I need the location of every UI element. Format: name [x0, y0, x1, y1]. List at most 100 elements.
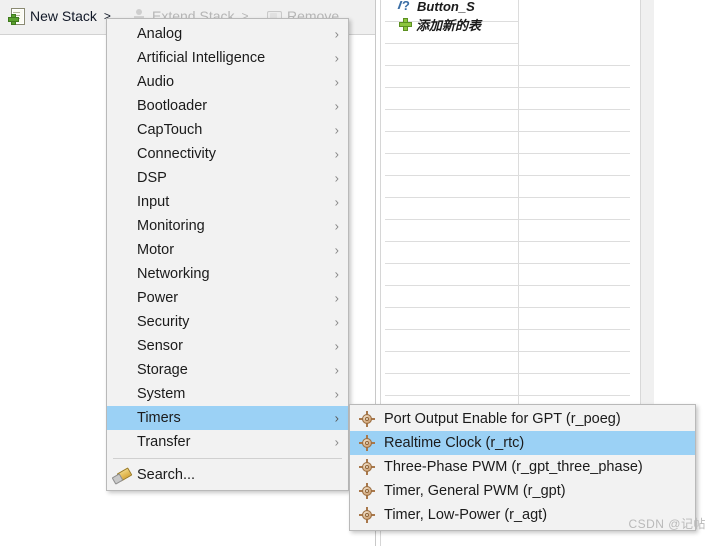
submenu-item-realtime-clock[interactable]: Realtime Clock (r_rtc) — [350, 431, 695, 455]
plus-icon — [399, 17, 412, 31]
menu-item-label: Artificial Intelligence — [137, 50, 266, 66]
table-row[interactable] — [385, 352, 630, 374]
menu-item-label: Networking — [137, 266, 210, 282]
submenu-item-label: Three-Phase PWM (r_gpt_three_phase) — [384, 459, 643, 475]
menu-item-power[interactable]: Power › — [107, 286, 348, 310]
menu-item-connectivity[interactable]: Connectivity › — [107, 142, 348, 166]
menu-item-search[interactable]: Search... — [107, 463, 348, 487]
chevron-right-icon: › — [334, 338, 339, 354]
menu-item-timers[interactable]: Timers › — [107, 406, 348, 430]
chevron-right-icon: › — [334, 410, 339, 426]
grid-vertical-scrollbar[interactable] — [641, 0, 654, 420]
module-icon — [359, 483, 375, 499]
grid-column-separator-top — [518, 0, 519, 44]
table-row[interactable] — [385, 44, 630, 66]
table-row[interactable] — [385, 264, 630, 286]
menu-item-system[interactable]: System › — [107, 382, 348, 406]
menu-item-label: Analog — [137, 26, 183, 42]
menu-item-label: Bootloader — [137, 98, 208, 114]
menu-item-label: Motor — [137, 242, 175, 258]
submenu-item-timer-low-power[interactable]: Timer, Low-Power (r_agt) — [350, 503, 695, 527]
chevron-right-icon: › — [334, 122, 339, 138]
chevron-right-icon: › — [334, 218, 339, 234]
table-row[interactable] — [385, 88, 630, 110]
question-mark-icon: ? — [397, 0, 413, 13]
table-row[interactable] — [385, 286, 630, 308]
menu-item-label: Timers — [137, 410, 181, 426]
new-stack-icon — [8, 7, 25, 25]
menu-item-label: Power — [137, 290, 179, 306]
table-row[interactable] — [385, 176, 630, 198]
table-row[interactable] — [385, 198, 630, 220]
table-row[interactable] — [385, 374, 630, 396]
menu-item-label: Security — [137, 314, 190, 330]
menu-item-label: CapTouch — [137, 122, 203, 138]
submenu-item-label: Realtime Clock (r_rtc) — [384, 435, 525, 451]
menu-item-label: DSP — [137, 170, 167, 186]
chevron-right-icon: › — [334, 242, 339, 258]
menu-item-label: Monitoring — [137, 218, 205, 234]
menu-separator — [113, 458, 342, 459]
menu-item-artificial-intelligence[interactable]: Artificial Intelligence › — [107, 46, 348, 70]
menu-item-label: Audio — [137, 74, 175, 90]
table-row[interactable] — [385, 242, 630, 264]
table-row[interactable] — [385, 330, 630, 352]
chevron-right-icon: › — [334, 26, 339, 42]
chevron-right-icon: › — [334, 50, 339, 66]
chevron-right-icon: › — [334, 362, 339, 378]
menu-item-input[interactable]: Input › — [107, 190, 348, 214]
chevron-right-icon: › — [334, 170, 339, 186]
table-row[interactable] — [385, 220, 630, 242]
menu-item-captouch[interactable]: CapTouch › — [107, 118, 348, 142]
table-row[interactable] — [385, 308, 630, 330]
chevron-right-icon: › — [334, 314, 339, 330]
menu-item-label: Connectivity — [137, 146, 216, 162]
chevron-right-icon: › — [334, 266, 339, 282]
chevron-right-icon: › — [334, 434, 339, 450]
app-root: New Stack > Extend Stack > Remove ? Butt… — [0, 0, 716, 546]
submenu-item-timer-general-pwm[interactable]: Timer, General PWM (r_gpt) — [350, 479, 695, 503]
chevron-right-icon: › — [334, 194, 339, 210]
menu-item-monitoring[interactable]: Monitoring › — [107, 214, 348, 238]
grid-entry-button-s-label: Button_S — [417, 0, 475, 14]
module-icon — [359, 507, 375, 523]
menu-item-label: Input — [137, 194, 170, 210]
chevron-right-icon: › — [334, 146, 339, 162]
menu-item-motor[interactable]: Motor › — [107, 238, 348, 262]
submenu-item-label: Port Output Enable for GPT (r_poeg) — [384, 411, 621, 427]
menu-item-label: System — [137, 386, 186, 402]
menu-item-bootloader[interactable]: Bootloader › — [107, 94, 348, 118]
toolbar-new-stack-button[interactable]: New Stack > — [8, 4, 111, 28]
grid-entry-add-new-label: 添加新的表 — [416, 17, 482, 33]
search-icon — [111, 467, 133, 485]
menu-item-security[interactable]: Security › — [107, 310, 348, 334]
menu-item-label: Search... — [137, 467, 196, 483]
submenu-item-label: Timer, General PWM (r_gpt) — [384, 483, 566, 499]
menu-item-label: Transfer — [137, 434, 191, 450]
menu-item-audio[interactable]: Audio › — [107, 70, 348, 94]
menu-item-networking[interactable]: Networking › — [107, 262, 348, 286]
module-icon — [359, 459, 375, 475]
chevron-right-icon: › — [334, 98, 339, 114]
menu-item-sensor[interactable]: Sensor › — [107, 334, 348, 358]
menu-item-transfer[interactable]: Transfer › — [107, 430, 348, 454]
submenu-item-three-phase-pwm[interactable]: Three-Phase PWM (r_gpt_three_phase) — [350, 455, 695, 479]
module-icon — [359, 435, 375, 451]
chevron-right-icon: › — [334, 74, 339, 90]
table-row[interactable] — [385, 154, 630, 176]
new-stack-dropdown-menu: Analog › Artificial Intelligence › Audio… — [106, 18, 349, 491]
table-row[interactable] — [385, 132, 630, 154]
menu-item-analog[interactable]: Analog › — [107, 22, 348, 46]
stack-grid — [385, 0, 654, 420]
chevron-right-icon: › — [334, 386, 339, 402]
table-row[interactable] — [385, 66, 630, 88]
menu-item-label: Sensor — [137, 338, 183, 354]
module-icon — [359, 411, 375, 427]
menu-item-dsp[interactable]: DSP › — [107, 166, 348, 190]
submenu-item-port-output-enable-for-gpt[interactable]: Port Output Enable for GPT (r_poeg) — [350, 407, 695, 431]
submenu-item-label: Timer, Low-Power (r_agt) — [384, 507, 548, 523]
menu-item-storage[interactable]: Storage › — [107, 358, 348, 382]
grid-column-clip-mask — [518, 0, 630, 44]
table-row[interactable] — [385, 110, 630, 132]
chevron-right-icon: › — [334, 290, 339, 306]
